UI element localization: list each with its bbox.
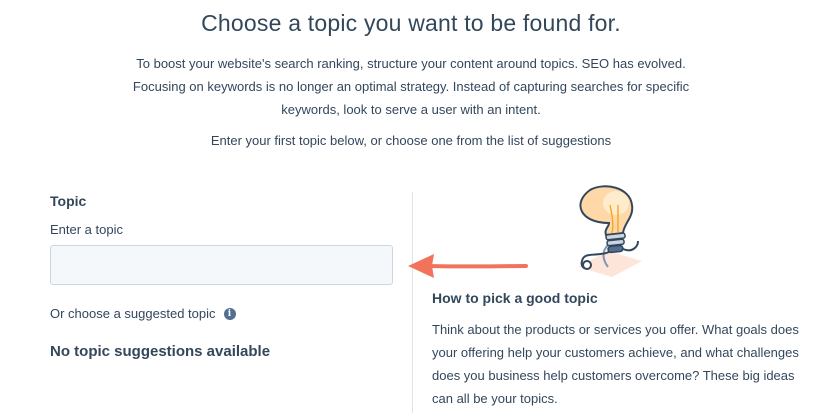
- topic-heading: Topic: [50, 193, 87, 209]
- instruction-text: Enter your first topic below, or choose …: [210, 133, 612, 148]
- suggested-topic-label: Or choose a suggested topic: [50, 306, 216, 321]
- suggested-topic-row: Or choose a suggested topic i: [50, 306, 236, 321]
- arrow-left-icon: [408, 254, 528, 278]
- divider: [412, 192, 413, 413]
- topic-input-label: Enter a topic: [50, 222, 123, 237]
- help-title: How to pick a good topic: [432, 290, 598, 306]
- intro-text: To boost your website's search ranking, …: [132, 56, 690, 117]
- lightbulb-icon: [578, 185, 642, 277]
- help-body: Think about the products or services you…: [432, 322, 799, 406]
- page-title: Choose a topic you want to be found for.: [201, 10, 621, 36]
- info-icon[interactable]: i: [223, 307, 236, 320]
- no-suggestions-text: No topic suggestions available: [50, 343, 271, 360]
- topic-input[interactable]: [50, 245, 393, 285]
- page: Choose a topic you want to be found for.…: [0, 0, 822, 413]
